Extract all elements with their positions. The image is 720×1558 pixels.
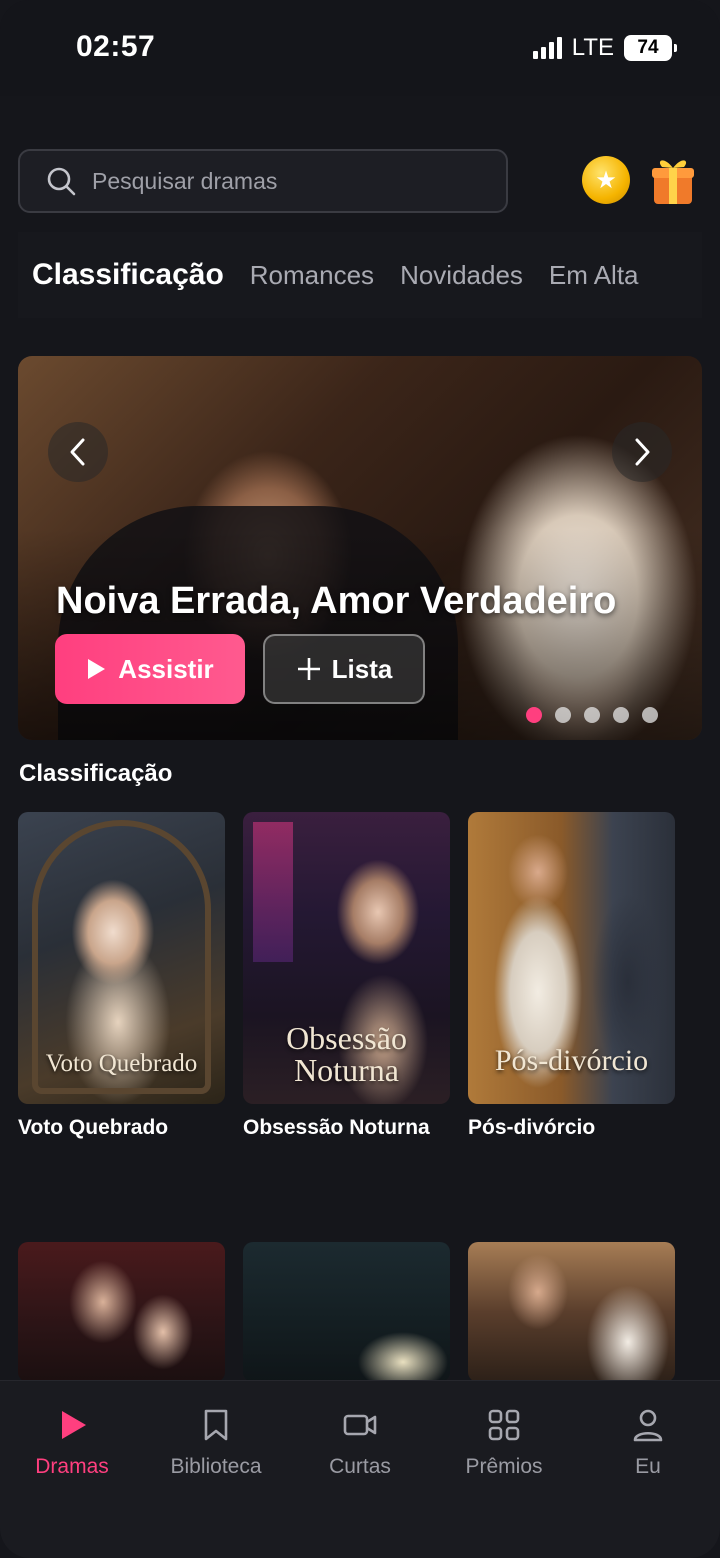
signal-icon xyxy=(532,37,562,59)
drama-poster[interactable]: Pós-divórcio xyxy=(468,812,675,1104)
drama-card[interactable] xyxy=(243,1242,450,1382)
bottom-navigation: Dramas Biblioteca Curtas Prêmios Eu xyxy=(0,1380,720,1558)
search-icon xyxy=(47,167,76,196)
search-bar[interactable] xyxy=(18,149,508,213)
nav-label: Dramas xyxy=(35,1455,109,1478)
nav-item-curtas[interactable]: Curtas xyxy=(288,1381,432,1558)
watch-button-label: Assistir xyxy=(118,653,214,684)
drama-poster[interactable] xyxy=(468,1242,675,1382)
hero-title: Noiva Errada, Amor Verdadeiro xyxy=(56,580,617,622)
drama-poster[interactable] xyxy=(243,1242,450,1382)
carousel-dot[interactable] xyxy=(526,707,542,723)
bookmark-icon xyxy=(204,1409,228,1441)
play-icon xyxy=(62,1411,86,1439)
carousel-dot[interactable] xyxy=(584,707,600,723)
chevron-right-icon xyxy=(635,438,650,466)
tab-romances[interactable]: Romances xyxy=(250,260,374,291)
status-bar: 02:57 LTE 74 xyxy=(0,0,720,96)
nav-item-eu[interactable]: Eu xyxy=(576,1381,720,1558)
tab-novidades[interactable]: Novidades xyxy=(400,260,523,291)
search-input[interactable] xyxy=(92,167,472,195)
coin-icon[interactable]: ★ xyxy=(582,156,630,204)
status-time: 02:57 xyxy=(76,30,156,63)
hero-banner[interactable]: Noiva Errada, Amor Verdadeiro Assistir L… xyxy=(18,356,702,740)
drama-card[interactable]: Voto Quebrado Voto Quebrado xyxy=(18,812,225,1140)
drama-poster[interactable]: Voto Quebrado xyxy=(18,812,225,1104)
battery-icon: 74 xyxy=(624,35,677,61)
nav-label: Eu xyxy=(635,1455,661,1478)
video-camera-icon xyxy=(343,1414,377,1436)
nav-item-premios[interactable]: Prêmios xyxy=(432,1381,576,1558)
watch-button[interactable]: Assistir xyxy=(55,634,245,704)
poster-caption: Pós-divórcio xyxy=(494,1044,649,1077)
plus-icon xyxy=(297,658,320,680)
app-screen: 02:57 LTE 74 ★ Classificação Romances No… xyxy=(0,0,720,1558)
nav-label: Biblioteca xyxy=(170,1455,262,1478)
carousel-dot[interactable] xyxy=(613,707,629,723)
chevron-left-icon xyxy=(70,438,85,466)
drama-card[interactable] xyxy=(18,1242,225,1382)
nav-item-biblioteca[interactable]: Biblioteca xyxy=(144,1381,288,1558)
section-title: Classificação xyxy=(19,760,173,787)
drama-poster[interactable] xyxy=(18,1242,225,1382)
add-to-list-button[interactable]: Lista xyxy=(263,634,425,704)
tab-classificacao[interactable]: Classificação xyxy=(32,258,224,292)
nav-label: Curtas xyxy=(329,1455,391,1478)
carousel-prev-button[interactable] xyxy=(48,422,108,482)
drama-title[interactable]: Voto Quebrado xyxy=(18,1116,225,1140)
drama-title[interactable]: Pós-divórcio xyxy=(468,1116,675,1140)
drama-card[interactable]: Pós-divórcio Pós-divórcio xyxy=(468,812,675,1140)
drama-title[interactable]: Obsessão Noturna xyxy=(243,1116,450,1140)
network-label: LTE xyxy=(571,34,614,61)
carousel-next-button[interactable] xyxy=(612,422,672,482)
drama-card[interactable] xyxy=(468,1242,675,1382)
status-indicators: LTE 74 xyxy=(532,34,677,62)
nav-item-dramas[interactable]: Dramas xyxy=(0,1381,144,1558)
carousel-indicators xyxy=(526,707,658,723)
drama-card[interactable]: Obsessão Noturna Obsessão Noturna xyxy=(243,812,450,1140)
carousel-dot[interactable] xyxy=(555,707,571,723)
grid-icon xyxy=(488,1409,520,1441)
list-button-label: Lista xyxy=(331,653,393,684)
poster-caption: Obsessão Noturna xyxy=(286,1020,407,1088)
user-icon xyxy=(633,1409,663,1442)
play-icon xyxy=(88,659,106,679)
poster-caption: Voto Quebrado xyxy=(45,1050,198,1077)
tab-em-alta[interactable]: Em Alta xyxy=(549,260,639,291)
gift-icon[interactable] xyxy=(650,154,696,206)
carousel-dot[interactable] xyxy=(642,707,658,723)
category-tabs: Classificação Romances Novidades Em Alta xyxy=(18,232,702,318)
nav-label: Prêmios xyxy=(465,1455,543,1478)
drama-poster[interactable]: Obsessão Noturna xyxy=(243,812,450,1104)
